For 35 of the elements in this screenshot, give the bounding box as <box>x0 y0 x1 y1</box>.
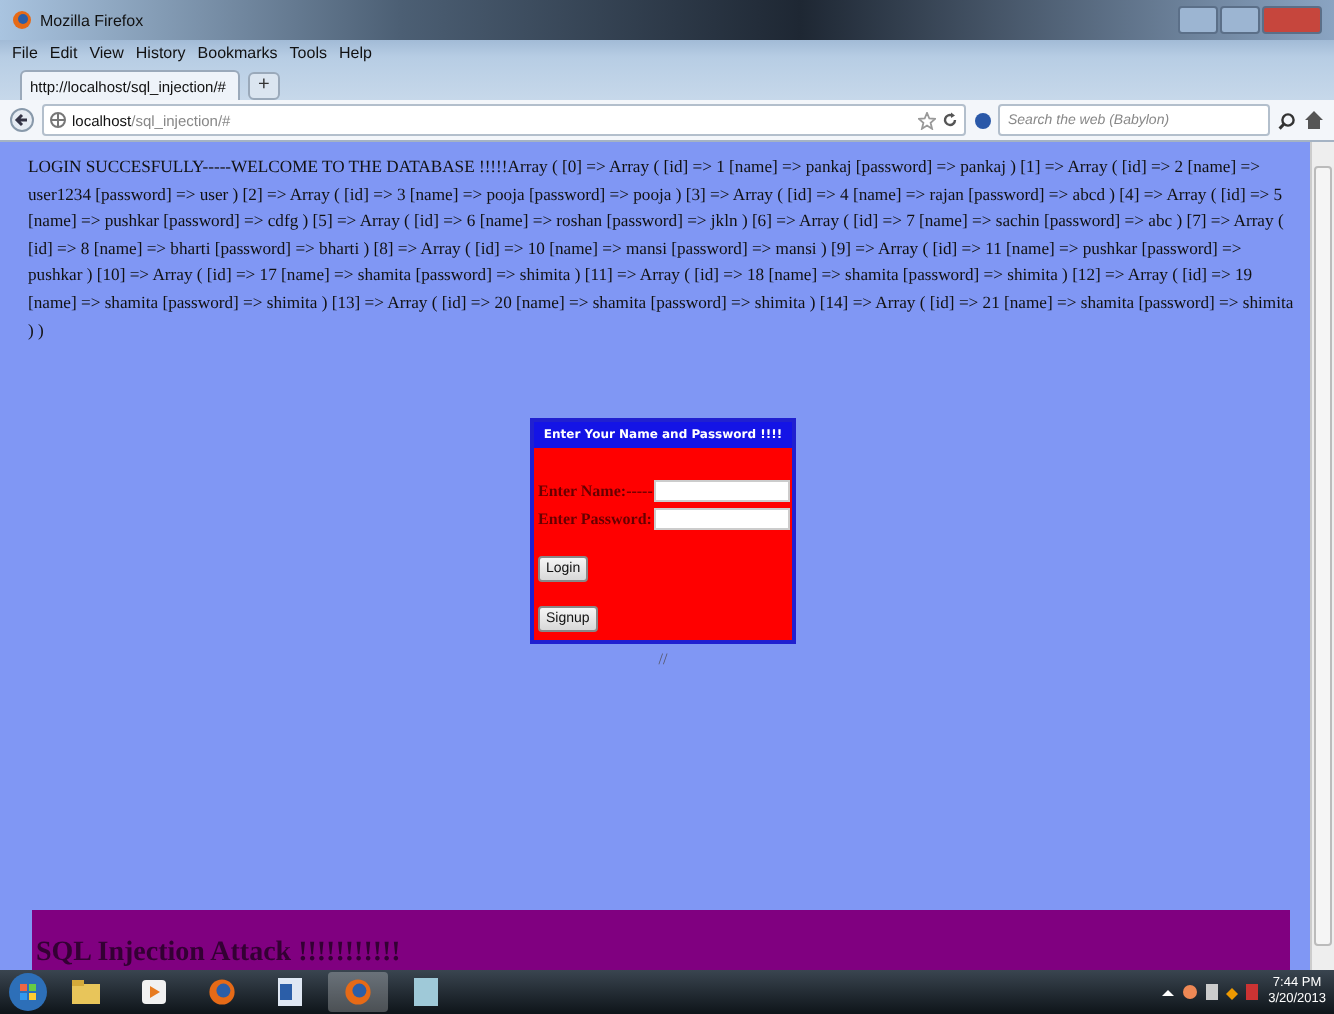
menu-item[interactable]: History <box>135 44 186 62</box>
folder-icon[interactable] <box>72 980 100 1004</box>
minimize-button[interactable] <box>1178 6 1218 34</box>
field-label: Enter Password: <box>538 509 652 528</box>
document-icon[interactable] <box>278 978 302 1006</box>
firefox-icon[interactable] <box>344 978 372 1006</box>
scrollbar-thumb[interactable] <box>1314 166 1332 946</box>
input-field[interactable] <box>654 479 791 502</box>
menu-item[interactable]: Help <box>338 44 372 62</box>
search-icon[interactable] <box>1278 111 1296 129</box>
reload-icon[interactable] <box>942 112 958 128</box>
tray-icons-drawing[interactable] <box>1162 982 1259 1002</box>
star-icon[interactable] <box>918 111 936 129</box>
input-field[interactable] <box>653 507 790 530</box>
query-result-text: LOGIN SUCCESFULLY-----WELCOME TO THE DATABASE !!!!!Array ( [0] => Array ( [id] => 1 [name] => pankaj [password] => pankaj ) [1] => Array ( [id] => 2 [name] => user1234 [password] => user ) [2] => Array ( [id] => 3 [name] => pooja [password] => pooja ) [3] => Array ( [id] => 4 [name] => rajan [password] => abcd ) [4] => Array ( [id] => 5 [name] => pushkar [password] => cdfg ) [5] => Array ( [id] => 6 [name] => roshan [password] => jkln ) [6] => Array ( [id] => 7 [name] => sachin [password] => abc ) [7] => Array ( [id] => 8 [name] => bharti [password] => bharti ) [8] => Array ( [id] => 10 [name] => mansi [password] => mansi ) [9] => Array ( [id] => 11 [name] => pushkar [password] => pushkar ) [10] => Array ( [id] => 17 [name] => shamita [password] => shimita ) [11] => Array ( [id] => 18 [name] => shamita [password] => shimita ) [12] => Array ( [id] => 19 [name] => shamita [password] => shimita ) [13] => Array ( [id] => 20 [name] => shamita [password] => shimita ) [14] => Array ( [id] => 21 [name] => shamita [password] => shimita ) ) <box>28 154 1296 344</box>
home-icon[interactable] <box>1304 110 1324 130</box>
media-player-icon[interactable] <box>142 980 166 1004</box>
window-title: Mozilla Firefox <box>40 11 144 29</box>
menu-item[interactable]: Edit <box>49 44 78 62</box>
menu-item[interactable]: View <box>89 44 124 62</box>
globe-icon <box>50 112 66 128</box>
firefox-icon <box>12 10 32 30</box>
slash-text: // <box>658 650 668 669</box>
field-label: Enter Name:----- <box>538 481 653 500</box>
maximize-button[interactable] <box>1220 6 1260 34</box>
start-button[interactable] <box>8 972 48 1012</box>
menu-item[interactable]: File <box>12 44 38 62</box>
banner-heading: SQL Injection Attack !!!!!!!!!!! <box>36 938 401 970</box>
search-engine-icon[interactable] <box>974 111 992 129</box>
new-tab-button[interactable]: + <box>248 72 280 100</box>
firefox-icon[interactable] <box>208 978 236 1006</box>
menu-item[interactable]: Bookmarks <box>197 44 278 62</box>
menu-item[interactable]: Tools <box>289 44 327 62</box>
scrollbar[interactable] <box>1310 142 1334 970</box>
back-arrow-icon[interactable] <box>10 108 34 132</box>
